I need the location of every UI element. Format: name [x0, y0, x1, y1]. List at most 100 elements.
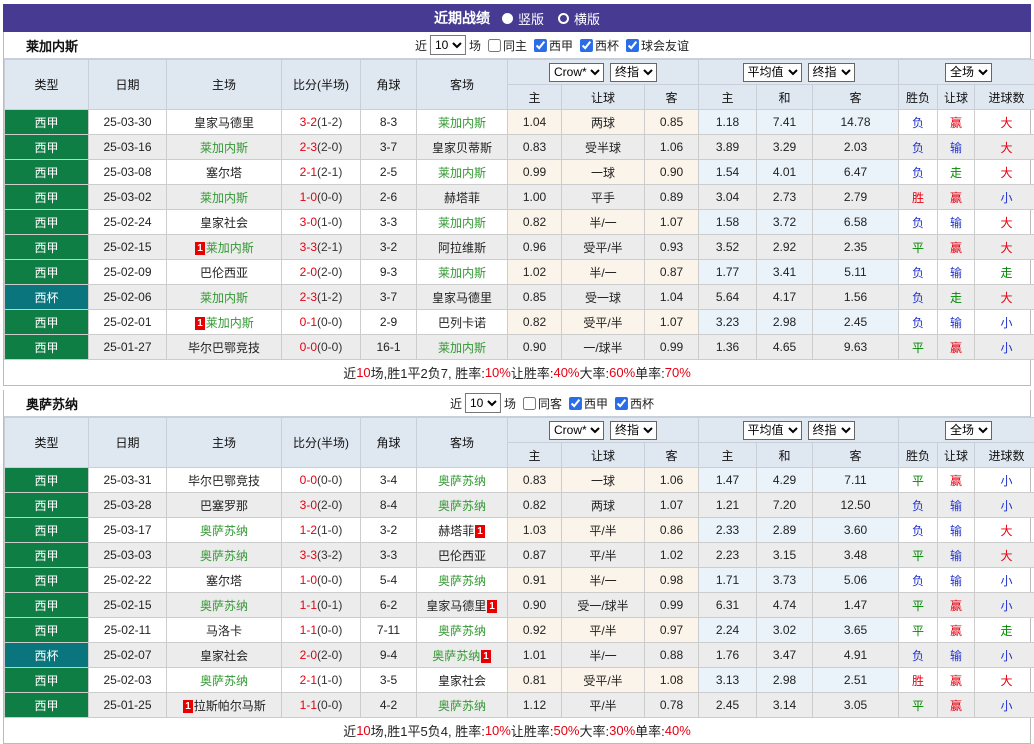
goals-result-cell: 小	[975, 568, 1034, 593]
home-team-cell: 莱加内斯	[167, 285, 282, 310]
column-header: 类型	[5, 418, 89, 468]
away-team-cell: 莱加内斯	[417, 260, 508, 285]
win-draw-lose-cell: 负	[899, 135, 938, 160]
corners-cell: 6-2	[361, 593, 417, 618]
score-cell: 1-2(1-0)	[282, 518, 361, 543]
column-header: 比分(半场)	[282, 60, 361, 110]
odds-stage-select-2[interactable]: 终指	[808, 421, 855, 440]
filter-option-label: 球会友谊	[641, 37, 689, 54]
corners-cell: 8-3	[361, 110, 417, 135]
home-team-name: 皇家社会	[200, 649, 248, 663]
full-match-select[interactable]: 全场	[945, 63, 992, 82]
filter-option[interactable]: 西甲	[565, 395, 608, 412]
average-select[interactable]: 平均值	[743, 421, 802, 440]
corners-cell: 5-4	[361, 568, 417, 593]
full-match-select[interactable]: 全场	[945, 421, 992, 440]
filter-option[interactable]: 西甲	[530, 37, 573, 54]
average-odds-cell: 3.47	[757, 643, 813, 668]
average-odds-cell: 4.65	[757, 335, 813, 360]
layout-radio-horizontal[interactable]: 横版	[558, 9, 600, 28]
handicap-result-cell: 走	[938, 285, 975, 310]
odds-cell: 0.90	[508, 593, 562, 618]
match-row: 西甲25-03-31毕尔巴鄂竞技0-0(0-0)3-4奥萨苏纳0.83一球1.0…	[5, 468, 1034, 493]
home-team-cell: 奥萨苏纳	[167, 668, 282, 693]
filter-option[interactable]: 同主	[484, 37, 527, 54]
average-odds-cell: 1.18	[699, 110, 757, 135]
corners-cell: 2-5	[361, 160, 417, 185]
summary-segment: 30%	[609, 723, 635, 738]
average-odds-cell: 14.78	[813, 110, 899, 135]
away-team-name: 巴伦西亚	[438, 549, 486, 563]
odds-stage-select-2[interactable]: 终指	[808, 63, 855, 82]
win-draw-lose-cell: 负	[899, 210, 938, 235]
filter-option-label: 西杯	[630, 395, 654, 412]
filter-option[interactable]: 西杯	[576, 37, 619, 54]
halftime-score: (2-1)	[317, 240, 342, 254]
match-row: 西甲25-03-02莱加内斯1-0(0-0)2-6赫塔菲1.00平手0.893.…	[5, 185, 1034, 210]
away-team-name: 奥萨苏纳	[432, 649, 480, 663]
league-type-cell: 西甲	[5, 618, 89, 643]
halftime-score: (1-0)	[317, 523, 342, 537]
halftime-score: (0-0)	[317, 340, 342, 354]
layout-radio-vertical[interactable]: 竖版	[502, 9, 544, 28]
home-team-cell: 巴塞罗那	[167, 493, 282, 518]
red-card-icon: 1	[481, 650, 491, 663]
score-cell: 2-3(2-0)	[282, 135, 361, 160]
fulltime-score: 3-3	[300, 240, 317, 254]
league-type-cell: 西甲	[5, 235, 89, 260]
bookmaker-select[interactable]: Crow*	[549, 63, 604, 82]
filter-checkbox-2[interactable]	[615, 397, 628, 410]
average-odds-cell: 2.23	[699, 543, 757, 568]
match-row: 西甲25-02-03奥萨苏纳2-1(1-0)3-5皇家社会0.81受平/半1.0…	[5, 668, 1034, 693]
match-row: 西杯25-02-06莱加内斯2-3(1-2)3-7皇家马德里0.85受一球1.0…	[5, 285, 1034, 310]
halftime-score: (0-0)	[317, 698, 342, 712]
summary-segment: 10%	[485, 365, 511, 380]
filter-checkbox-2[interactable]	[580, 39, 593, 52]
filter-checkbox-3[interactable]	[626, 39, 639, 52]
filter-option[interactable]: 球会友谊	[622, 37, 689, 54]
away-team-cell: 皇家马德里	[417, 285, 508, 310]
odds-cell: 1.12	[508, 693, 562, 718]
average-odds-cell: 6.58	[813, 210, 899, 235]
win-draw-lose-cell: 平	[899, 693, 938, 718]
home-team-name: 皇家马德里	[194, 116, 254, 130]
recent-count-select[interactable]: 10	[465, 393, 501, 413]
halftime-score: (2-1)	[317, 165, 342, 179]
filter-checkbox-1[interactable]	[534, 39, 547, 52]
filter-controls: 近10场同主西甲西杯球会友谊	[415, 35, 689, 55]
odds-stage-select-1[interactable]: 终指	[610, 421, 657, 440]
recent-count-select[interactable]: 10	[430, 35, 466, 55]
radio-icon	[502, 13, 513, 24]
date-cell: 25-02-07	[89, 643, 167, 668]
average-odds-cell: 5.64	[699, 285, 757, 310]
corners-cell: 3-2	[361, 518, 417, 543]
away-team-cell: 皇家社会	[417, 668, 508, 693]
filter-option[interactable]: 同客	[519, 395, 562, 412]
score-cell: 2-1(1-0)	[282, 668, 361, 693]
odds-cell: 1.06	[645, 468, 699, 493]
summary-segment: 大率:	[580, 363, 610, 382]
handicap-result-cell: 输	[938, 643, 975, 668]
average-select[interactable]: 平均值	[743, 63, 802, 82]
sub-column-header: 客	[645, 85, 699, 110]
odds-stage-select-1[interactable]: 终指	[610, 63, 657, 82]
fulltime-score: 2-1	[300, 165, 317, 179]
filter-checkbox-0[interactable]	[523, 397, 536, 410]
average-odds-cell: 3.89	[699, 135, 757, 160]
filter-checkbox-0[interactable]	[488, 39, 501, 52]
average-odds-cell: 3.73	[757, 568, 813, 593]
filter-option[interactable]: 西杯	[611, 395, 654, 412]
home-team-name: 奥萨苏纳	[200, 524, 248, 538]
match-row: 西甲25-01-251拉斯帕尔马斯1-1(0-0)4-2奥萨苏纳1.12平/半0…	[5, 693, 1034, 718]
away-team-cell: 奥萨苏纳	[417, 468, 508, 493]
match-row: 西甲25-02-22塞尔塔1-0(0-0)5-4奥萨苏纳0.91半/一0.981…	[5, 568, 1034, 593]
score-cell: 1-0(0-0)	[282, 185, 361, 210]
score-cell: 0-0(0-0)	[282, 335, 361, 360]
summary-segment: 近	[343, 363, 356, 382]
section-summary: 近10场,胜1平5负4, 胜率:10% 让胜率:50% 大率:30% 单率:40…	[4, 718, 1030, 743]
filter-checkbox-1[interactable]	[569, 397, 582, 410]
title-bar: 近期战绩 竖版横版	[3, 4, 1031, 32]
bookmaker-select[interactable]: Crow*	[549, 421, 604, 440]
win-draw-lose-cell: 胜	[899, 185, 938, 210]
average-odds-cell: 1.21	[699, 493, 757, 518]
